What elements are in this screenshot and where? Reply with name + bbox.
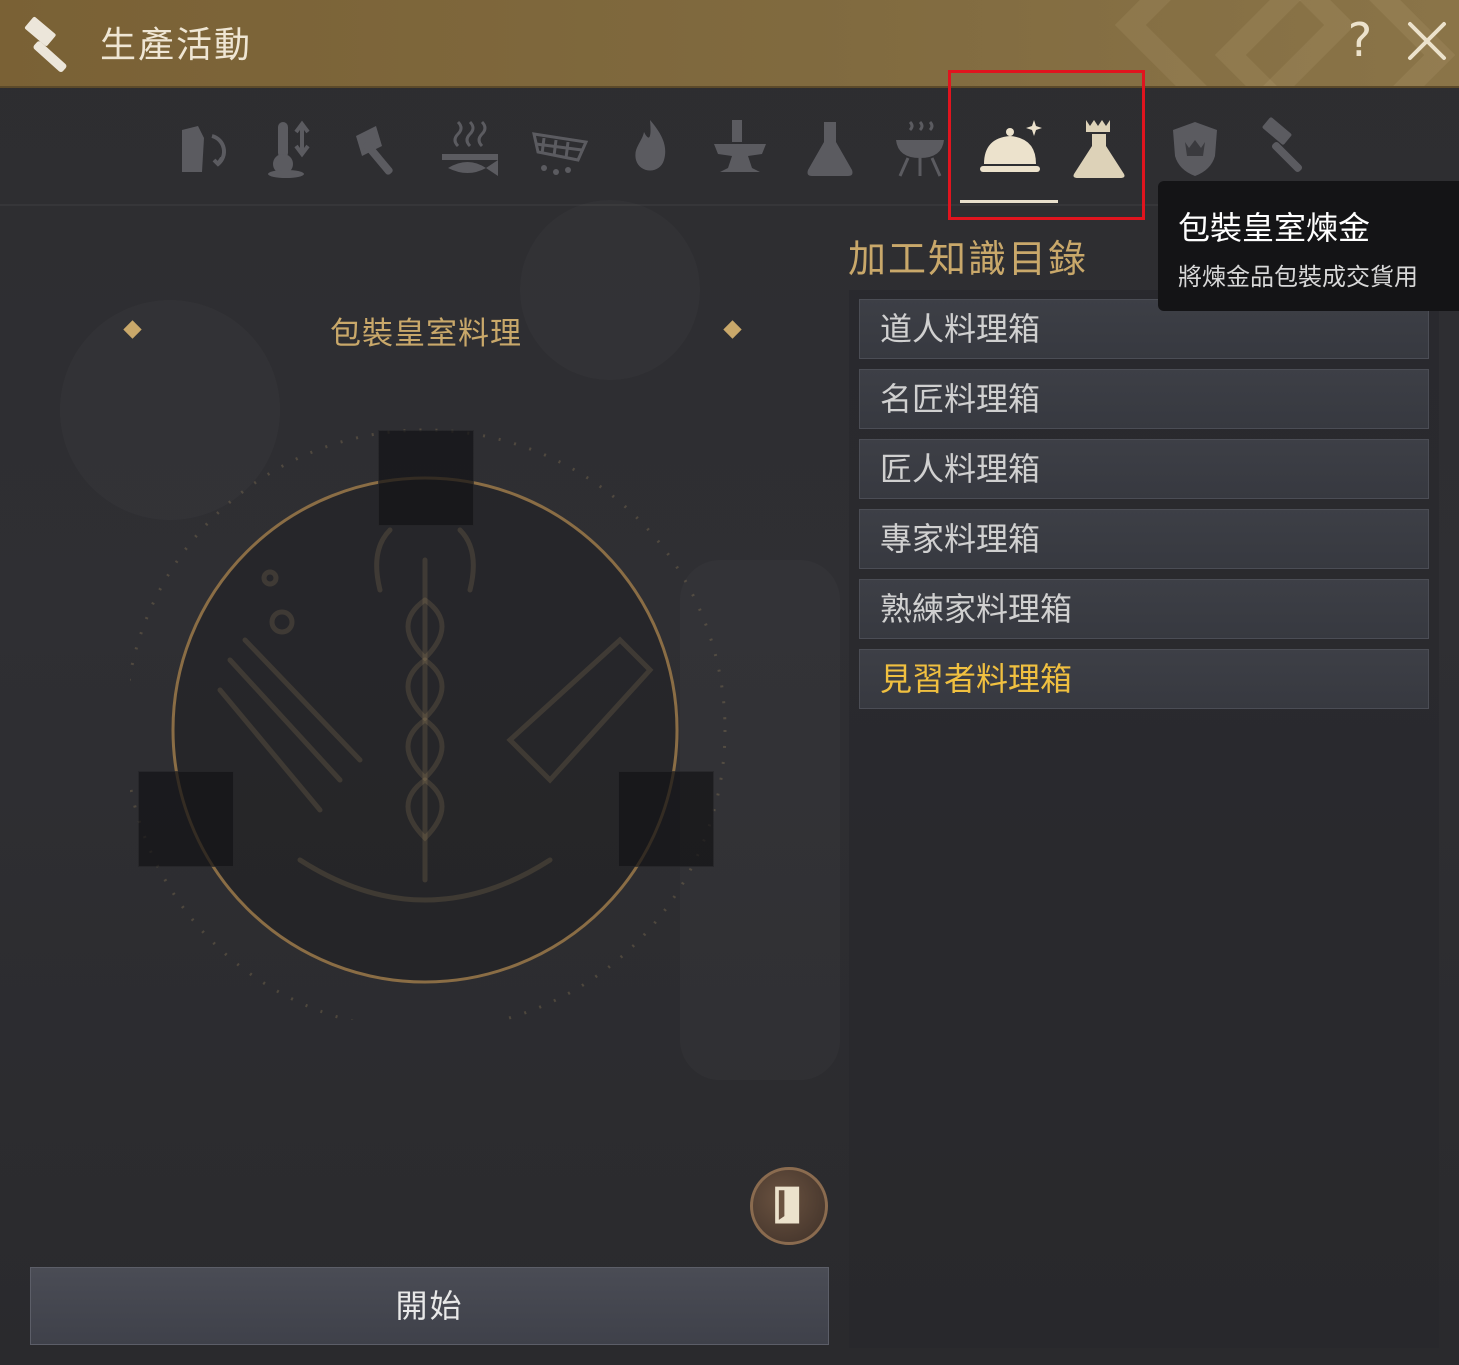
tab-sifting[interactable] [520, 108, 600, 198]
gathering-icon [182, 126, 226, 172]
help-button[interactable]: ? [1338, 12, 1382, 68]
tooltip: 包裝皇室煉金 將煉金品包裝成交貨用 [1158, 181, 1459, 311]
start-button[interactable]: 開始 [30, 1267, 829, 1345]
thermometer-icon [268, 120, 310, 178]
tab-gathering[interactable] [160, 108, 240, 198]
tab-smithing[interactable] [700, 108, 780, 198]
crafting-window: 生產活動 ? 包裝皇室料理 開始 加工知識目錄 道人料理箱 名匠料理箱 匠人料理… [0, 0, 1459, 1365]
alchemy-flask-icon [807, 122, 853, 176]
tab-chopping[interactable] [340, 108, 420, 198]
recipe-title: 包裝皇室料理 [330, 316, 522, 352]
catalog-title: 加工知識目錄 [848, 237, 1089, 281]
material-slot[interactable] [378, 430, 474, 526]
net-icon [532, 132, 589, 175]
shield-icon [1173, 122, 1217, 176]
catalog-item[interactable]: 專家料理箱 [859, 509, 1429, 569]
fire-icon [635, 120, 666, 171]
tab-drying[interactable] [250, 108, 330, 198]
catalog-item[interactable]: 匠人料理箱 [859, 439, 1429, 499]
title-bar: 生產活動 ? [0, 0, 1459, 88]
tooltip-description: 將煉金品包裝成交貨用 [1178, 263, 1418, 291]
recipe-book-button[interactable] [750, 1167, 828, 1245]
title-ornament [723, 320, 742, 339]
axe-icon [356, 126, 393, 175]
background-shape [520, 200, 700, 380]
anvil-icon [714, 120, 766, 172]
catalog-item[interactable]: 名匠料理箱 [859, 369, 1429, 429]
window-title: 生產活動 [100, 25, 253, 66]
catalog-item-selected[interactable]: 見習者料理箱 [859, 649, 1429, 709]
close-icon[interactable] [1404, 18, 1450, 64]
highlight-box [948, 70, 1145, 220]
hammer-icon [1262, 117, 1303, 173]
tab-fishing[interactable] [430, 108, 510, 198]
fishing-icon [442, 120, 498, 176]
tab-heating[interactable] [610, 108, 690, 198]
tab-alchemy[interactable] [790, 108, 870, 198]
material-slot[interactable] [618, 771, 714, 867]
hammer-icon [24, 16, 67, 72]
material-slot[interactable] [138, 771, 234, 867]
grill-icon [896, 120, 944, 177]
catalog-item[interactable]: 熟練家料理箱 [859, 579, 1429, 639]
tooltip-title: 包裝皇室煉金 [1178, 209, 1371, 247]
book-icon [775, 1186, 800, 1224]
tab-strip [160, 108, 1320, 204]
